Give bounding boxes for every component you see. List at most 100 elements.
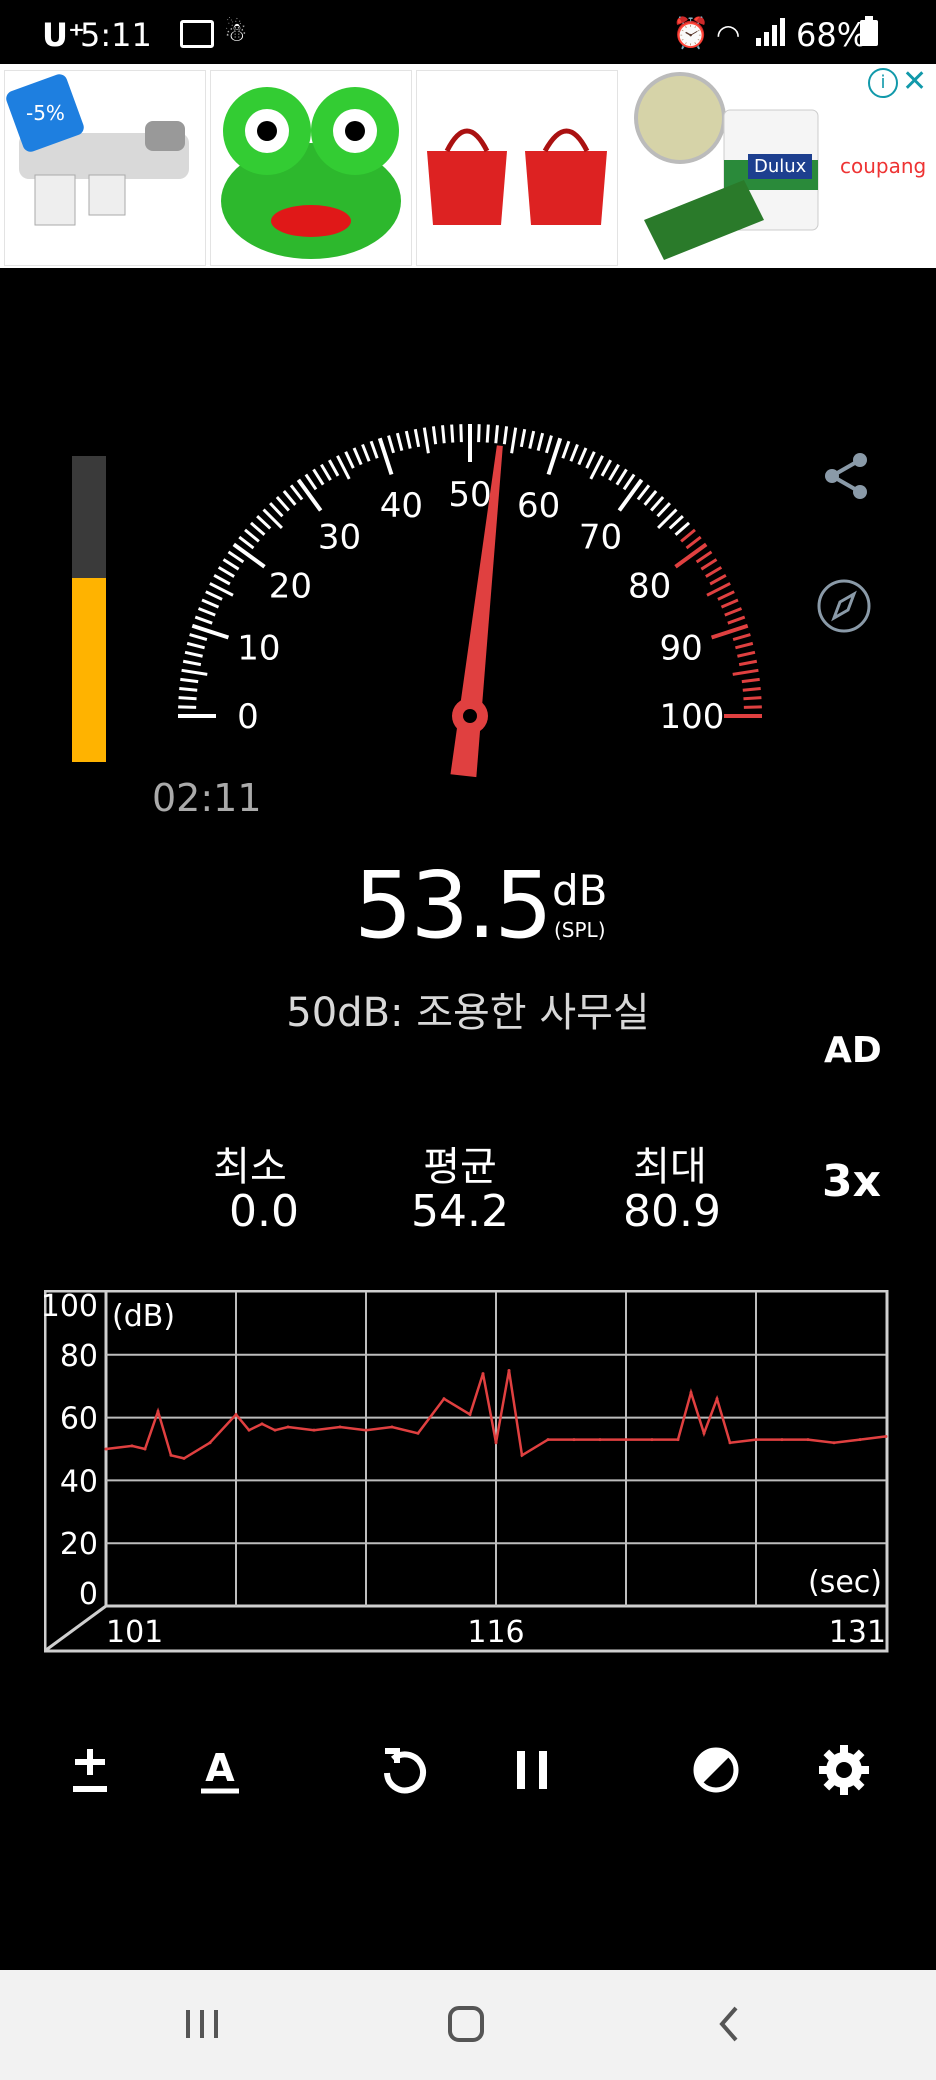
chart-data-point [442, 1397, 446, 1401]
gauge-tick-label: 50 [448, 475, 491, 515]
avg-label: 평균 [423, 1144, 497, 1190]
gauge-tick-label: 10 [237, 628, 280, 668]
svg-text:A: A [205, 1746, 235, 1790]
chart-y-tick-label: 40 [60, 1464, 98, 1499]
gauge-tick [209, 582, 234, 597]
min-label: 최소 [213, 1144, 287, 1190]
gauge-tick [600, 459, 612, 477]
ad-label[interactable]: AD [824, 1030, 882, 1071]
pause-button[interactable] [492, 1730, 572, 1810]
gauge-tick [238, 535, 255, 550]
gauge-tick [643, 490, 658, 506]
gauge-tick [361, 443, 371, 462]
gauge-tick [743, 705, 762, 709]
zoom-button[interactable]: 3x [822, 1156, 881, 1207]
max-value: 80.9 [623, 1186, 721, 1237]
level-bar [72, 456, 106, 762]
calibrate-button[interactable] [50, 1730, 130, 1810]
reset-button[interactable] [364, 1730, 444, 1810]
gauge-tick [510, 427, 518, 454]
gauge-tick [738, 659, 758, 667]
compass-icon[interactable] [816, 578, 872, 634]
ad-banner[interactable]: -5% Dulux coupang i ✕ [0, 64, 936, 268]
gauge-tick [477, 424, 481, 443]
gauge-tick [650, 495, 665, 512]
chart-data-point [208, 1441, 212, 1445]
system-nav-bar [0, 1970, 936, 2080]
gauge-tick [680, 528, 696, 543]
theme-button[interactable] [676, 1730, 756, 1810]
back-button[interactable] [710, 2002, 750, 2046]
chart-x-axis-label: (sec) [808, 1565, 882, 1600]
home-button[interactable] [444, 2002, 488, 2046]
gauge-tick [312, 468, 325, 486]
gauge-tick-label: 100 [660, 697, 725, 737]
chart-data-point [715, 1397, 719, 1401]
battery-percent: 68% [796, 16, 868, 54]
info-icon[interactable]: i [868, 68, 898, 98]
gauge-tick [344, 451, 355, 469]
chart-data-point [689, 1390, 693, 1394]
chart-y-axis-label: (dB) [112, 1299, 175, 1334]
gauge-tick [695, 550, 713, 564]
max-label: 최대 [633, 1144, 707, 1190]
gauge-tick [404, 430, 412, 449]
ad-brand: coupang [840, 154, 927, 178]
gauge-tick [737, 650, 756, 658]
settings-button[interactable] [804, 1730, 884, 1810]
chart-data-point [234, 1412, 238, 1416]
db-unit: dB [552, 866, 608, 915]
gauge-tick-label: 90 [660, 628, 703, 668]
close-icon[interactable]: ✕ [902, 64, 927, 99]
gauge-tick [720, 598, 739, 609]
gear-icon [819, 1745, 869, 1795]
gauge-tick [222, 558, 240, 571]
gallery-icon [180, 20, 214, 48]
gauge-tick [577, 447, 588, 466]
history-chart: 0 20 40 60 80 100 101 116 131 (dB) (sec) [44, 1290, 889, 1653]
chart-y-tick-label: 20 [60, 1527, 98, 1562]
level-bar-fill [72, 578, 106, 762]
gauge-tick-label: 20 [269, 567, 312, 607]
ad-product-paint[interactable]: Dulux [624, 70, 824, 264]
ad-product-frog[interactable] [210, 70, 412, 266]
recents-button[interactable] [182, 2004, 222, 2044]
gauge-tick [656, 502, 671, 518]
gauge-tick [732, 668, 759, 676]
gauge-tick [181, 668, 208, 676]
gauge-tick [735, 641, 754, 650]
weighting-button[interactable]: A [180, 1730, 260, 1810]
gauge-tick [244, 528, 260, 543]
pause-icon [517, 1751, 547, 1789]
gauge-tick [269, 502, 284, 518]
chart-data-point [338, 1425, 342, 1429]
ad-product-holder[interactable]: -5% [4, 70, 206, 266]
chart-data-point [104, 1447, 108, 1451]
signal-icon [756, 18, 786, 46]
gauge-tick [705, 566, 723, 578]
chart-x-tick-label: 116 [467, 1615, 524, 1650]
chart-data-point [494, 1441, 498, 1445]
ad-product-bags[interactable] [416, 70, 618, 266]
chart-data-point [416, 1431, 420, 1435]
gauge-tick [282, 490, 297, 506]
chart-data-point [143, 1447, 147, 1451]
gauge-tick [685, 535, 702, 550]
gauge-tick [622, 473, 636, 491]
gauge-tick [194, 615, 213, 625]
gauge-tick [413, 428, 421, 448]
gauge-tick [369, 440, 379, 459]
gauge-tick [213, 574, 231, 586]
gauge-tick-label: 80 [628, 567, 671, 607]
gauge-tick [668, 515, 684, 530]
discount-text: -5% [25, 101, 65, 126]
gauge-tick [608, 463, 620, 481]
share-icon[interactable] [818, 448, 874, 504]
chart-data-point [728, 1441, 732, 1445]
gauge-tick [387, 435, 395, 454]
gauge-tick [256, 515, 272, 530]
gauge-tick [741, 677, 760, 684]
gauge-tick [717, 590, 735, 601]
chart-x-tick-label: 131 [829, 1615, 886, 1650]
gauge-tick [197, 607, 216, 617]
